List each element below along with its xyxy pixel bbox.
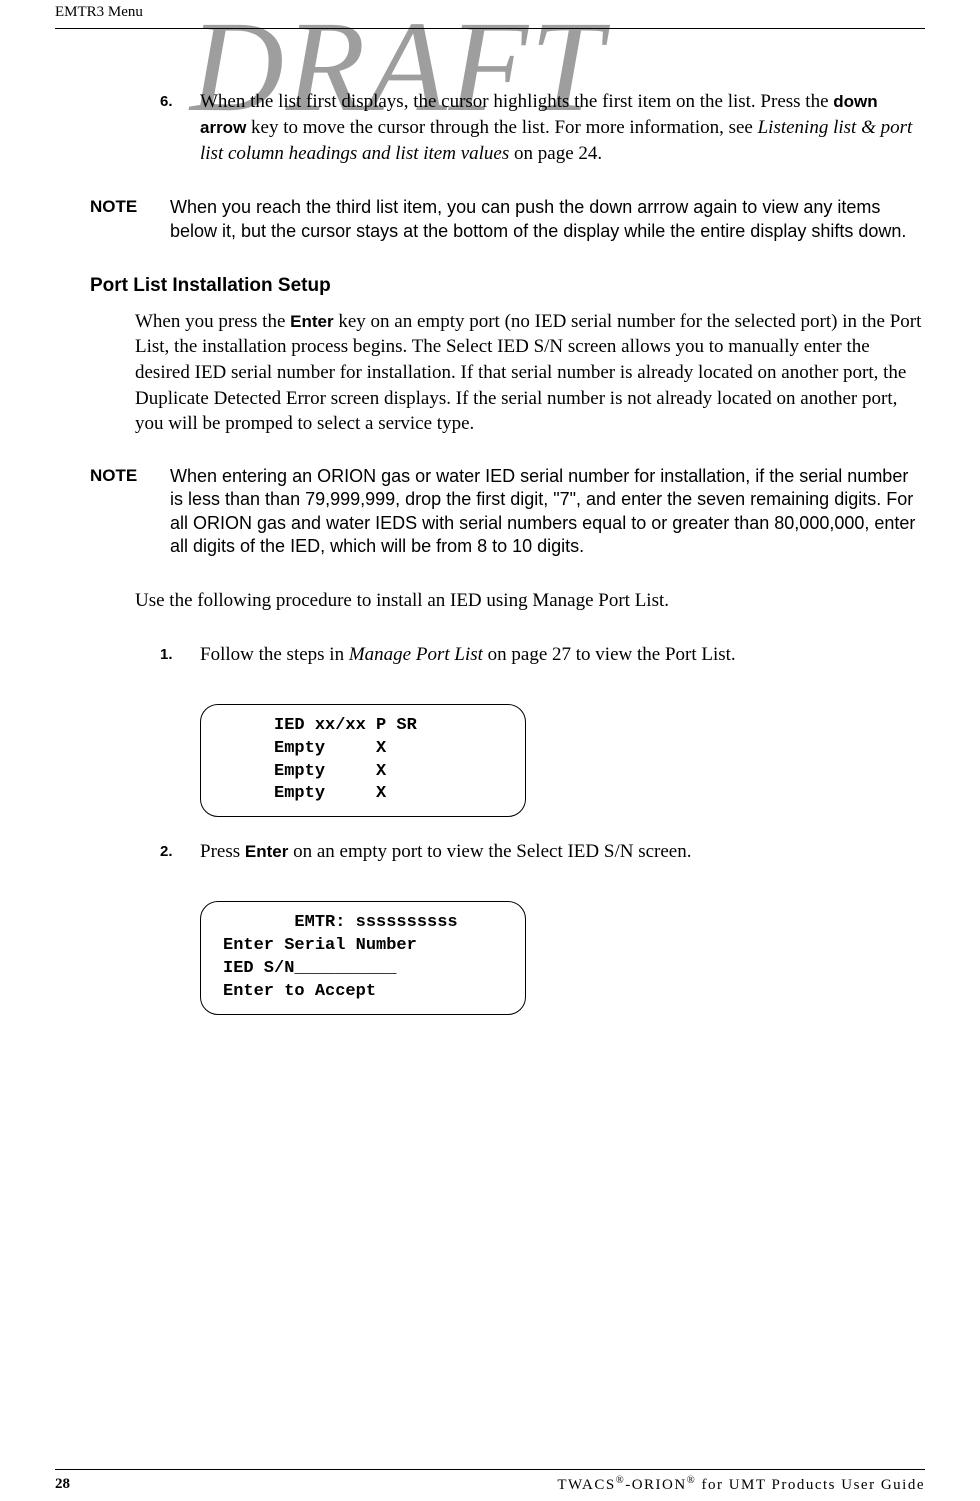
step-text: Press Enter on an empty port to view the…	[200, 839, 925, 865]
text: When the list first displays, the cursor…	[200, 91, 833, 112]
cross-ref: Manage Port List	[349, 644, 483, 665]
text: Follow the steps in	[200, 644, 349, 665]
text: TWACS	[557, 1477, 615, 1493]
step-2: 2. Press Enter on an empty port to view …	[160, 839, 925, 865]
lcd-line: IED xx/xx P SR	[223, 716, 417, 735]
page-number: 28	[55, 1474, 70, 1495]
lcd-line: Empty X	[223, 762, 386, 781]
note-label: NOTE	[90, 465, 170, 559]
step-text: Follow the steps in Manage Port List on …	[200, 642, 925, 668]
registered-icon: ®	[616, 1475, 625, 1486]
lcd-line: Empty X	[223, 739, 386, 758]
step-number: 6.	[160, 89, 200, 166]
key-name: Enter	[245, 842, 288, 861]
note-text: When entering an ORION gas or water IED …	[170, 465, 925, 559]
registered-icon: ®	[687, 1475, 696, 1486]
text: -ORION	[625, 1477, 687, 1493]
step-number: 1.	[160, 642, 200, 668]
section-heading: Port List Installation Setup	[90, 273, 925, 299]
lcd-line: IED S/N__________	[223, 959, 396, 978]
note-label: NOTE	[90, 196, 170, 243]
text: on page 27 to view the Port List.	[483, 644, 736, 665]
lcd-line: Enter to Accept	[223, 982, 376, 1001]
lcd-line: Enter Serial Number	[223, 936, 417, 955]
running-header: EMTR3 Menu	[55, 0, 925, 22]
text: on an empty port to view the Select IED …	[288, 841, 691, 862]
step-text: When the list first displays, the cursor…	[200, 89, 925, 166]
key-name: Enter	[290, 312, 333, 331]
header-rule	[55, 28, 925, 29]
lcd-display-1: IED xx/xx P SR Empty X Empty X Empty X	[200, 704, 526, 818]
text: on page 24.	[509, 143, 602, 164]
text: key to move the cursor through the list.…	[246, 117, 757, 138]
step-1: 1. Follow the steps in Manage Port List …	[160, 642, 925, 668]
note-block: NOTE When entering an ORION gas or water…	[90, 465, 925, 559]
paragraph: When you press the Enter key on an empty…	[135, 309, 925, 437]
text: When you press the	[135, 311, 290, 332]
lcd-display-2: EMTR: ssssssssss Enter Serial Number IED…	[200, 901, 526, 1015]
lcd-line: EMTR: ssssssssss	[223, 913, 458, 932]
lcd-line: Empty X	[223, 784, 386, 803]
note-block: NOTE When you reach the third list item,…	[90, 196, 925, 243]
text: for UMT Products User Guide	[696, 1477, 925, 1493]
note-text: When you reach the third list item, you …	[170, 196, 925, 243]
footer-title: TWACS®-ORION® for UMT Products User Guid…	[557, 1474, 925, 1495]
page-footer: 28 TWACS®-ORION® for UMT Products User G…	[55, 1469, 925, 1495]
step-6: 6. When the list first displays, the cur…	[160, 89, 925, 166]
paragraph: Use the following procedure to install a…	[135, 588, 925, 614]
step-number: 2.	[160, 839, 200, 865]
text: Press	[200, 841, 245, 862]
